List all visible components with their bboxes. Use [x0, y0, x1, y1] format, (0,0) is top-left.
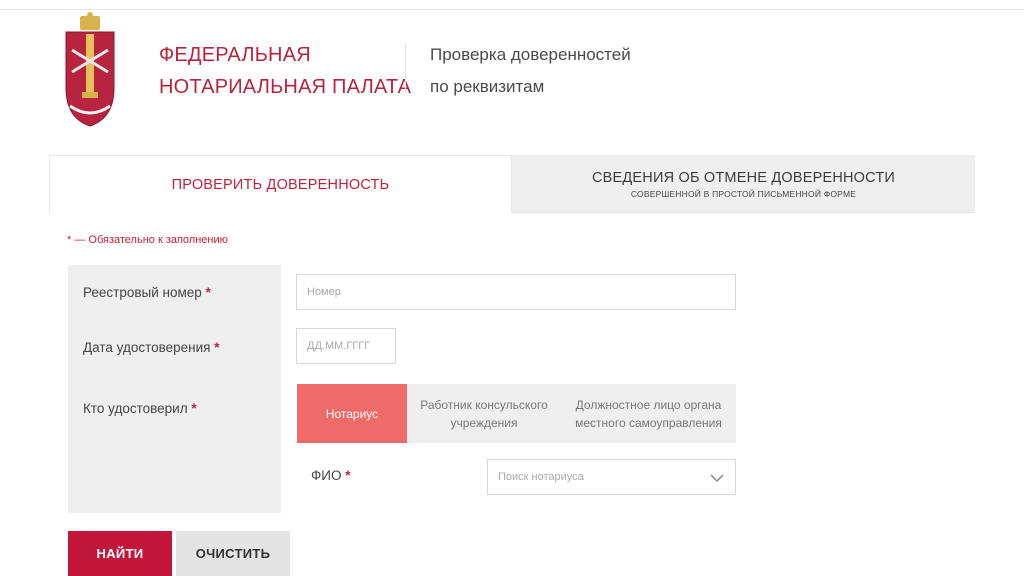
- tab-revocation-info[interactable]: СВЕДЕНИЯ ОБ ОТМЕНЕ ДОВЕРЕННОСТИ СОВЕРШЕН…: [512, 155, 975, 213]
- certifier-option-local-gov[interactable]: Должностное лицо органа местного самоупр…: [561, 384, 736, 443]
- required-mark: *: [214, 340, 220, 355]
- label-text: Реестровый номер: [83, 285, 202, 300]
- service-title-line2: по реквизитам: [430, 77, 545, 96]
- chevron-down-icon[interactable]: [709, 470, 725, 486]
- registry-number-input[interactable]: Номер: [296, 274, 736, 310]
- tabs-divider: [512, 212, 975, 213]
- required-mark: *: [205, 285, 211, 300]
- page: ФЕДЕРАЛЬНАЯ НОТАРИАЛЬНАЯ ПАЛАТА Проверка…: [0, 0, 1024, 576]
- header-divider: [405, 44, 406, 92]
- required-mark: *: [345, 468, 351, 483]
- org-name: ФЕДЕРАЛЬНАЯ НОТАРИАЛЬНАЯ ПАЛАТА: [159, 39, 411, 103]
- clear-button[interactable]: ОЧИСТИТЬ: [176, 531, 290, 576]
- option-label-line1: Работник консульского: [420, 397, 548, 412]
- label-text: Кто удостоверил: [83, 401, 188, 416]
- certification-date-label: Дата удостоверения *: [83, 340, 220, 355]
- option-label-line2: местного самоуправления: [575, 415, 722, 430]
- notary-chamber-emblem-icon[interactable]: [62, 10, 118, 128]
- tab-label: ПРОВЕРИТЬ ДОВЕРЕННОСТЬ: [171, 176, 390, 193]
- certified-by-label: Кто удостоверил *: [83, 401, 197, 416]
- label-text: ФИО: [311, 468, 342, 483]
- service-title-line1: Проверка доверенностей: [430, 45, 631, 64]
- certifier-option-consular[interactable]: Работник консульского учреждения: [407, 384, 561, 443]
- required-note: * — Обязательно к заполнению: [67, 234, 228, 246]
- tab-check-power-of-attorney[interactable]: ПРОВЕРИТЬ ДОВЕРЕННОСТЬ: [49, 155, 512, 213]
- fio-label: ФИО *: [311, 468, 351, 483]
- top-border: [0, 0, 1024, 10]
- notary-search-select[interactable]: Поиск нотариуса: [487, 459, 736, 495]
- org-name-line1: ФЕДЕРАЛЬНАЯ: [159, 44, 311, 66]
- service-title: Проверка доверенностей по реквизитам: [430, 39, 631, 103]
- placeholder: Номер: [307, 286, 341, 298]
- placeholder: ДД.ММ.ГГГГ: [307, 340, 371, 352]
- org-name-line2: НОТАРИАЛЬНАЯ ПАЛАТА: [159, 76, 412, 98]
- certification-date-input[interactable]: ДД.ММ.ГГГГ: [296, 328, 396, 364]
- placeholder: Поиск нотариуса: [498, 471, 584, 483]
- tab-label: СВЕДЕНИЯ ОБ ОТМЕНЕ ДОВЕРЕННОСТИ: [591, 169, 896, 186]
- option-label: Нотариус: [325, 406, 379, 421]
- required-mark: *: [191, 401, 197, 416]
- find-button[interactable]: НАЙТИ: [68, 531, 172, 576]
- registry-number-label: Реестровый номер *: [83, 285, 211, 300]
- option-label-line2: учреждения: [450, 415, 518, 430]
- certifier-option-notary[interactable]: Нотариус: [297, 384, 407, 443]
- label-text: Дата удостоверения: [83, 340, 211, 355]
- option-label-line1: Должностное лицо органа: [575, 397, 722, 412]
- tab-sublabel: СОВЕРШЕННОЙ В ПРОСТОЙ ПИСЬМЕННОЙ ФОРМЕ: [630, 188, 857, 199]
- tabs: ПРОВЕРИТЬ ДОВЕРЕННОСТЬ СВЕДЕНИЯ ОБ ОТМЕН…: [49, 155, 975, 213]
- form-label-panel: [68, 265, 281, 513]
